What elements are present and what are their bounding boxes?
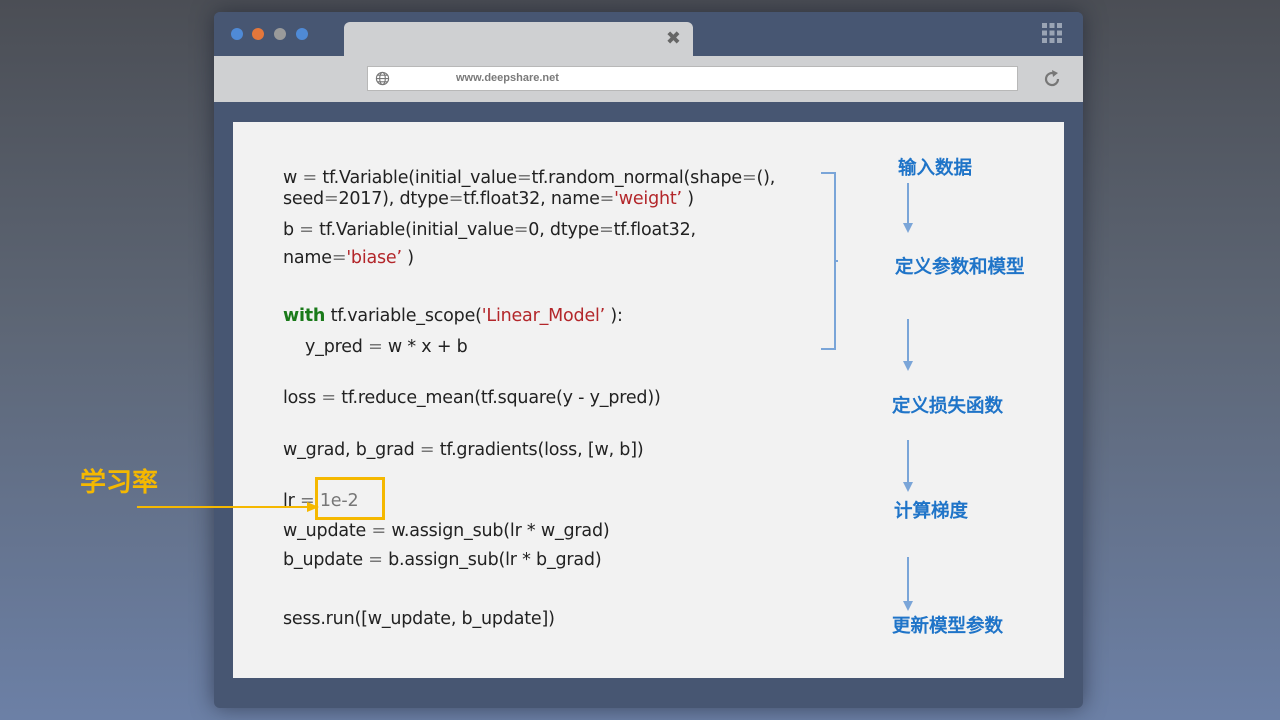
learning-rate-highlight-box (315, 477, 385, 520)
slide-content: w = tf.Variable(initial_value=tf.random_… (233, 122, 1064, 678)
window-dot-1[interactable] (231, 28, 243, 40)
step-update-params: 更新模型参数 (892, 616, 1004, 637)
code-line-5: with tf.variable_scope('Linear_Model’ ): (283, 306, 623, 326)
grid-menu-icon[interactable] (1042, 23, 1062, 43)
model-bracket (821, 172, 838, 350)
code-line-6: y_pred = w * x + b (305, 337, 468, 357)
step-input-data: 输入数据 (898, 158, 973, 179)
title-bar: ✖ (214, 12, 1083, 56)
flow-arrow-1 (903, 183, 913, 233)
window-dot-4[interactable] (296, 28, 308, 40)
code-line-4: name='biase’ ) (283, 248, 414, 268)
code-line-7: loss = tf.reduce_mean(tf.square(y - y_pr… (283, 388, 661, 408)
url-text: www.deepshare.net (456, 72, 559, 84)
toolbar: www.deepshare.net (214, 56, 1083, 102)
code-line-8: w_grad, b_grad = tf.gradients(loss, [w, … (283, 440, 644, 460)
browser-tab[interactable]: ✖ (344, 22, 693, 56)
code-line-1: w = tf.Variable(initial_value=tf.random_… (283, 168, 776, 188)
learning-rate-arrow (137, 502, 319, 512)
step-define-model: 定义参数和模型 (895, 257, 1025, 278)
step-compute-gradients: 计算梯度 (894, 501, 969, 522)
code-line-10: w_update = w.assign_sub(lr * w_grad) (283, 521, 610, 541)
flow-arrow-3 (903, 440, 913, 492)
window-dot-2[interactable] (252, 28, 264, 40)
address-bar[interactable]: www.deepshare.net (367, 66, 1018, 91)
code-line-11: b_update = b.assign_sub(lr * b_grad) (283, 550, 602, 570)
code-line-12: sess.run([w_update, b_update]) (283, 609, 555, 629)
code-line-2: seed=2017), dtype=tf.float32, name='weig… (283, 189, 694, 209)
window-dot-3[interactable] (274, 28, 286, 40)
globe-icon (375, 71, 390, 86)
close-icon[interactable]: ✖ (666, 28, 681, 49)
step-define-loss: 定义损失函数 (892, 396, 1004, 417)
browser-window: ✖ www.deepshare.net w = tf.Variable(init… (214, 12, 1083, 708)
flow-arrow-4 (903, 557, 913, 611)
flow-arrow-2 (903, 319, 913, 371)
reload-icon[interactable] (1041, 68, 1063, 90)
code-line-3: b = tf.Variable(initial_value=0, dtype=t… (283, 220, 696, 240)
learning-rate-label: 学习率 (80, 468, 159, 498)
